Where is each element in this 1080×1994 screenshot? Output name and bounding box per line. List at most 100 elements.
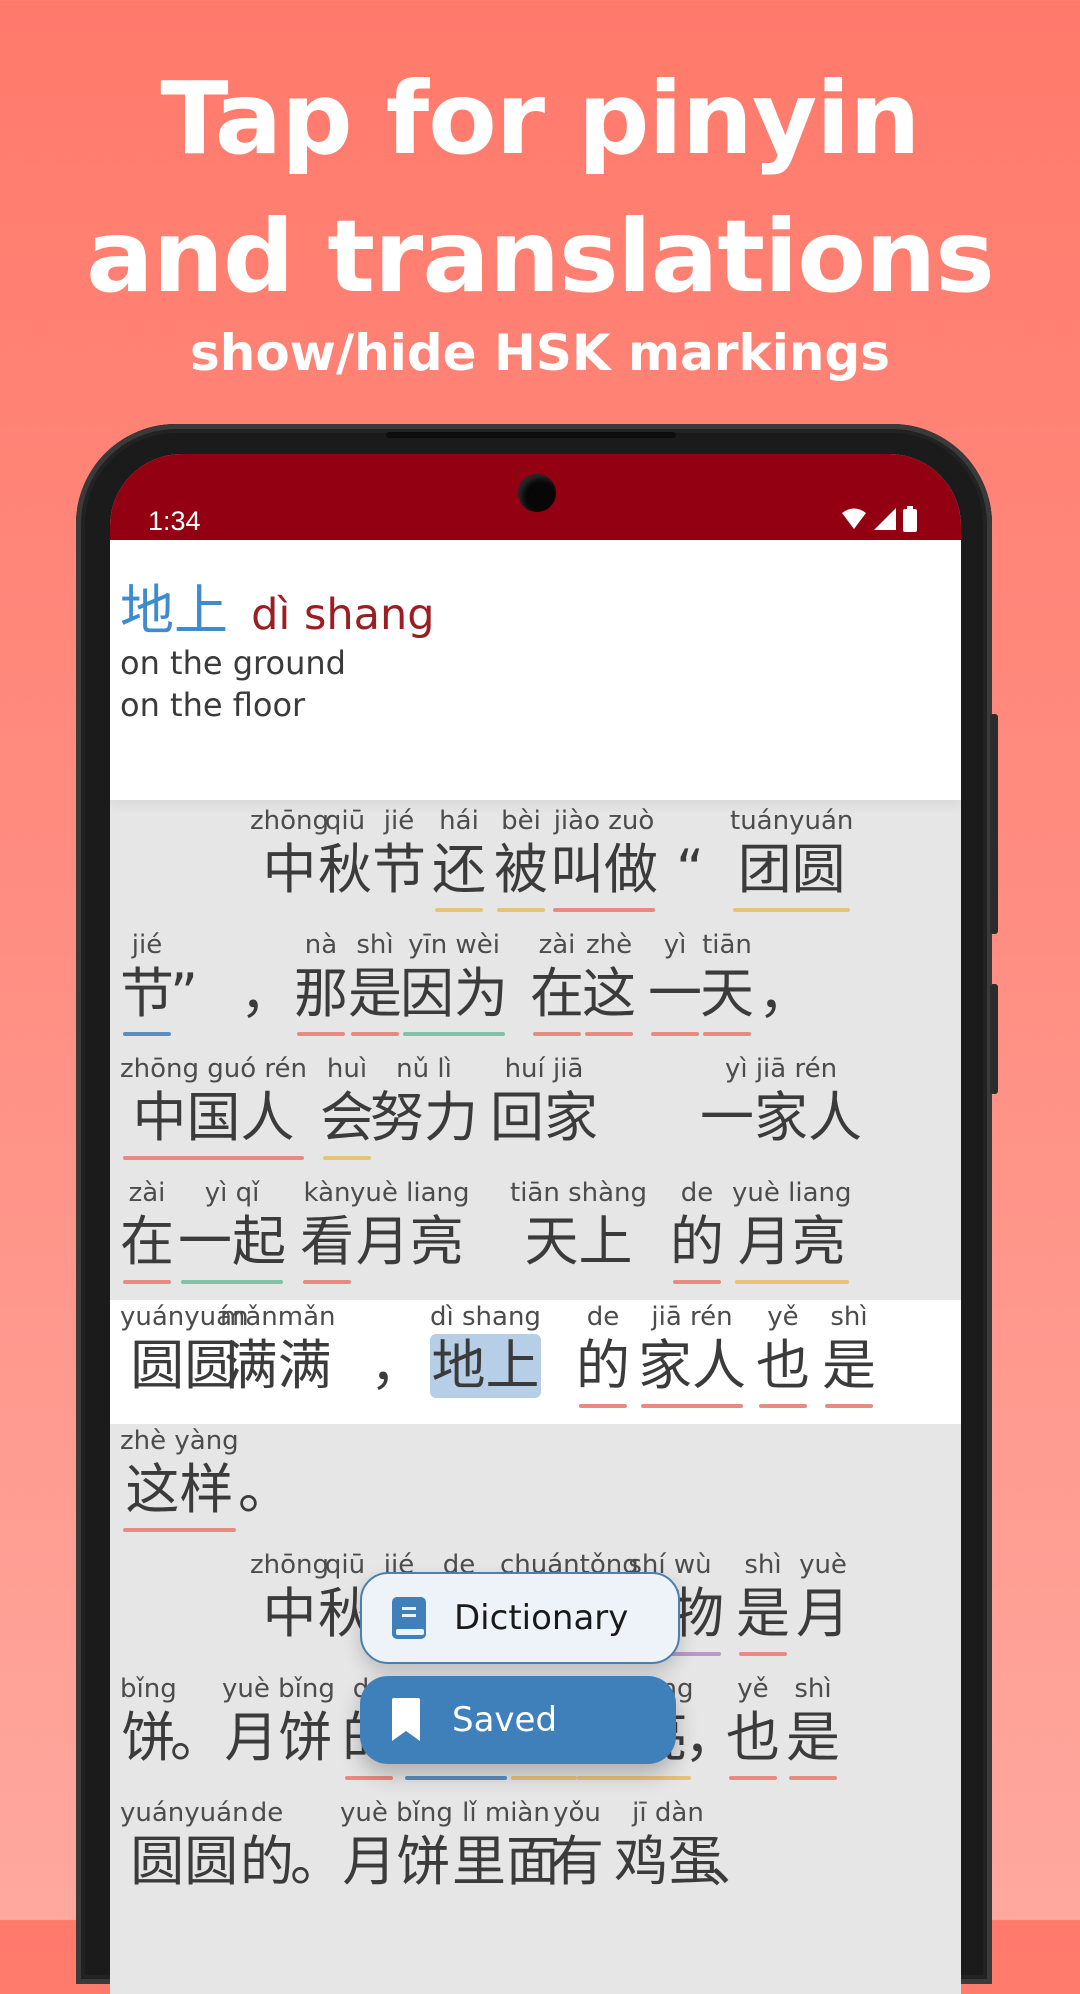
- word-token[interactable]: jié节: [120, 928, 174, 1036]
- word-hanzi: 饼: [121, 1706, 176, 1769]
- phone-screen: 1:34 地上 dì shang on the ground on the fl…: [110, 454, 961, 1994]
- word-token[interactable]: yì jiā rén 一家人: [700, 1052, 862, 1150]
- hsk-underline-hsk1: [123, 1528, 236, 1532]
- word-pinyin: qiū: [324, 806, 366, 836]
- word-token[interactable]: zhè yàng 这样: [120, 1424, 239, 1532]
- word-token[interactable]: de的: [240, 1796, 294, 1894]
- hsk-underline-hsk1: [729, 1776, 777, 1780]
- word-hanzi: 鸡蛋: [614, 1830, 722, 1893]
- word-token[interactable]: tiān 天: [700, 928, 754, 1036]
- word-token[interactable]: zhè 这: [582, 928, 636, 1036]
- word-token[interactable]: yuányuán 圆圆: [120, 1796, 249, 1894]
- word-token[interactable]: yě 也: [756, 1300, 810, 1408]
- reader-row: jié 节”， nà 那 shì 是 yīn wèi 因为 zài 在 zhè 这 yì 一 tiān 天，: [110, 928, 961, 1052]
- word-hanzi: 节: [372, 838, 426, 901]
- word-token[interactable]: shì 是: [786, 1672, 840, 1780]
- word-token[interactable]: nà 那: [294, 928, 348, 1036]
- word-token[interactable]: tuányuán 团圆: [730, 804, 854, 912]
- word-hanzi: “: [676, 838, 704, 901]
- saved-button[interactable]: Saved: [360, 1676, 676, 1764]
- word-token[interactable]: yě 也: [726, 1672, 780, 1780]
- word-token[interactable]: 。: [290, 1796, 344, 1894]
- word-token[interactable]: bǐng 饼: [120, 1672, 177, 1770]
- word-token[interactable]: yì 一: [648, 928, 702, 1036]
- hsk-underline-hsk1: [351, 1032, 399, 1036]
- word-hanzi: 被: [494, 838, 548, 901]
- hsk-underline-hsk1: [651, 1032, 699, 1036]
- reader-row: zhōng 中 qiū 秋 jié 节 hái 还 bèi 被 jiào zuò 叫做 “tuányuá…: [110, 804, 961, 928]
- hsk-underline-hsk2: [577, 1776, 691, 1780]
- word-token[interactable]: jié节: [372, 804, 426, 902]
- word-token[interactable]: jiā rén 家人: [638, 1300, 746, 1408]
- word-hanzi: 还: [432, 838, 486, 901]
- word-hanzi: 。: [170, 1706, 224, 1769]
- word-token[interactable]: yǒu 有: [550, 1796, 604, 1894]
- word-pinyin: [238, 1424, 292, 1458]
- word-hanzi: 满满: [223, 1334, 332, 1397]
- hsk-underline-hsk3: [403, 1032, 505, 1036]
- word-hanzi: 团圆: [737, 838, 846, 901]
- word-token[interactable]: jiào zuò 叫做: [550, 804, 658, 912]
- word-token[interactable]: nǔ lì 努力: [370, 1052, 478, 1150]
- word-token[interactable]: zhōng guó rén 中国人: [120, 1052, 307, 1160]
- word-token[interactable]: yīn wèi 因为: [400, 928, 508, 1036]
- word-pinyin: zài: [538, 930, 576, 960]
- word-pinyin: mǎnmǎn: [220, 1302, 336, 1332]
- selected-word[interactable]: dì shang 地上: [430, 1300, 541, 1398]
- word-token[interactable]: shì 是: [736, 1548, 790, 1656]
- word-pinyin: [170, 1672, 224, 1706]
- bookmark-icon: [392, 1698, 420, 1741]
- word-token[interactable]: bèi 被: [494, 804, 548, 912]
- dictionary-button[interactable]: Dictionary: [360, 1572, 680, 1664]
- word-token[interactable]: ，: [240, 928, 294, 1026]
- word-pinyin: [676, 804, 704, 838]
- word-token[interactable]: zài 在: [530, 928, 584, 1036]
- word-token[interactable]: de的: [576, 1300, 630, 1408]
- word-hanzi: 秋: [318, 838, 372, 901]
- word-pinyin: yuè bǐng: [222, 1674, 335, 1704]
- word-token[interactable]: mǎnmǎn 满满: [220, 1300, 335, 1398]
- word-pinyin: zhè: [585, 930, 633, 960]
- word-hanzi: 一起: [178, 1210, 286, 1273]
- word-pinyin: yuè liang: [350, 1178, 470, 1208]
- word-token[interactable]: de的: [670, 1176, 724, 1284]
- word-token[interactable]: hái 还: [432, 804, 486, 912]
- dictionary-card[interactable]: 地上 dì shang on the ground on the floor: [110, 540, 961, 800]
- word-token[interactable]: yuè liang月亮: [732, 1176, 852, 1284]
- word-token[interactable]: huí jiā 回家: [490, 1052, 598, 1150]
- word-token[interactable]: 。: [238, 1424, 292, 1522]
- word-token[interactable]: lǐ miàn 里面: [452, 1796, 560, 1894]
- word-pinyin: lǐ miàn: [462, 1798, 550, 1828]
- word-token[interactable]: yuè 月: [796, 1548, 850, 1646]
- word-token[interactable]: kàn 看: [300, 1176, 354, 1284]
- word-token[interactable]: zài 在: [120, 1176, 174, 1284]
- word-token[interactable]: shì 是: [348, 928, 402, 1036]
- word-token[interactable]: yuè liang月亮: [350, 1176, 470, 1274]
- word-hanzi: ，: [758, 962, 812, 1025]
- word-token[interactable]: ，: [758, 928, 812, 1026]
- word-pinyin: hái: [439, 806, 479, 836]
- word-token[interactable]: yuè bǐng 月饼: [340, 1796, 453, 1894]
- word-token[interactable]: qiū 秋: [318, 804, 372, 902]
- word-pinyin: de: [680, 1178, 714, 1208]
- hsk-underline-hsk1: [297, 1032, 345, 1036]
- word-token[interactable]: 、: [710, 1796, 764, 1894]
- promo-headline-line1: Tap for pinyin: [160, 60, 920, 177]
- word-token[interactable]: “: [676, 804, 704, 902]
- word-hanzi: 回家: [490, 1086, 598, 1149]
- word-pinyin: [710, 1796, 764, 1830]
- word-token[interactable]: huì 会: [320, 1052, 374, 1160]
- word-hanzi: 里面: [452, 1830, 560, 1893]
- word-token[interactable]: yì qǐ 一起: [178, 1176, 286, 1284]
- word-pinyin: huí jiā: [504, 1054, 584, 1084]
- word-token[interactable]: shì 是: [822, 1300, 876, 1408]
- word-token[interactable]: ，: [370, 1300, 424, 1398]
- hsk-underline-hsk4: [405, 1776, 507, 1780]
- wifi-icon: [842, 508, 866, 529]
- word-token[interactable]: 。: [170, 1672, 224, 1770]
- word-token[interactable]: tiān shàng 天上: [510, 1176, 647, 1274]
- word-token[interactable]: ”: [170, 928, 198, 1026]
- word-token[interactable]: jī dàn 鸡蛋: [614, 1796, 722, 1894]
- word-token[interactable]: yuè bǐng 月饼: [222, 1672, 335, 1770]
- word-pinyin: tuányuán: [730, 806, 854, 836]
